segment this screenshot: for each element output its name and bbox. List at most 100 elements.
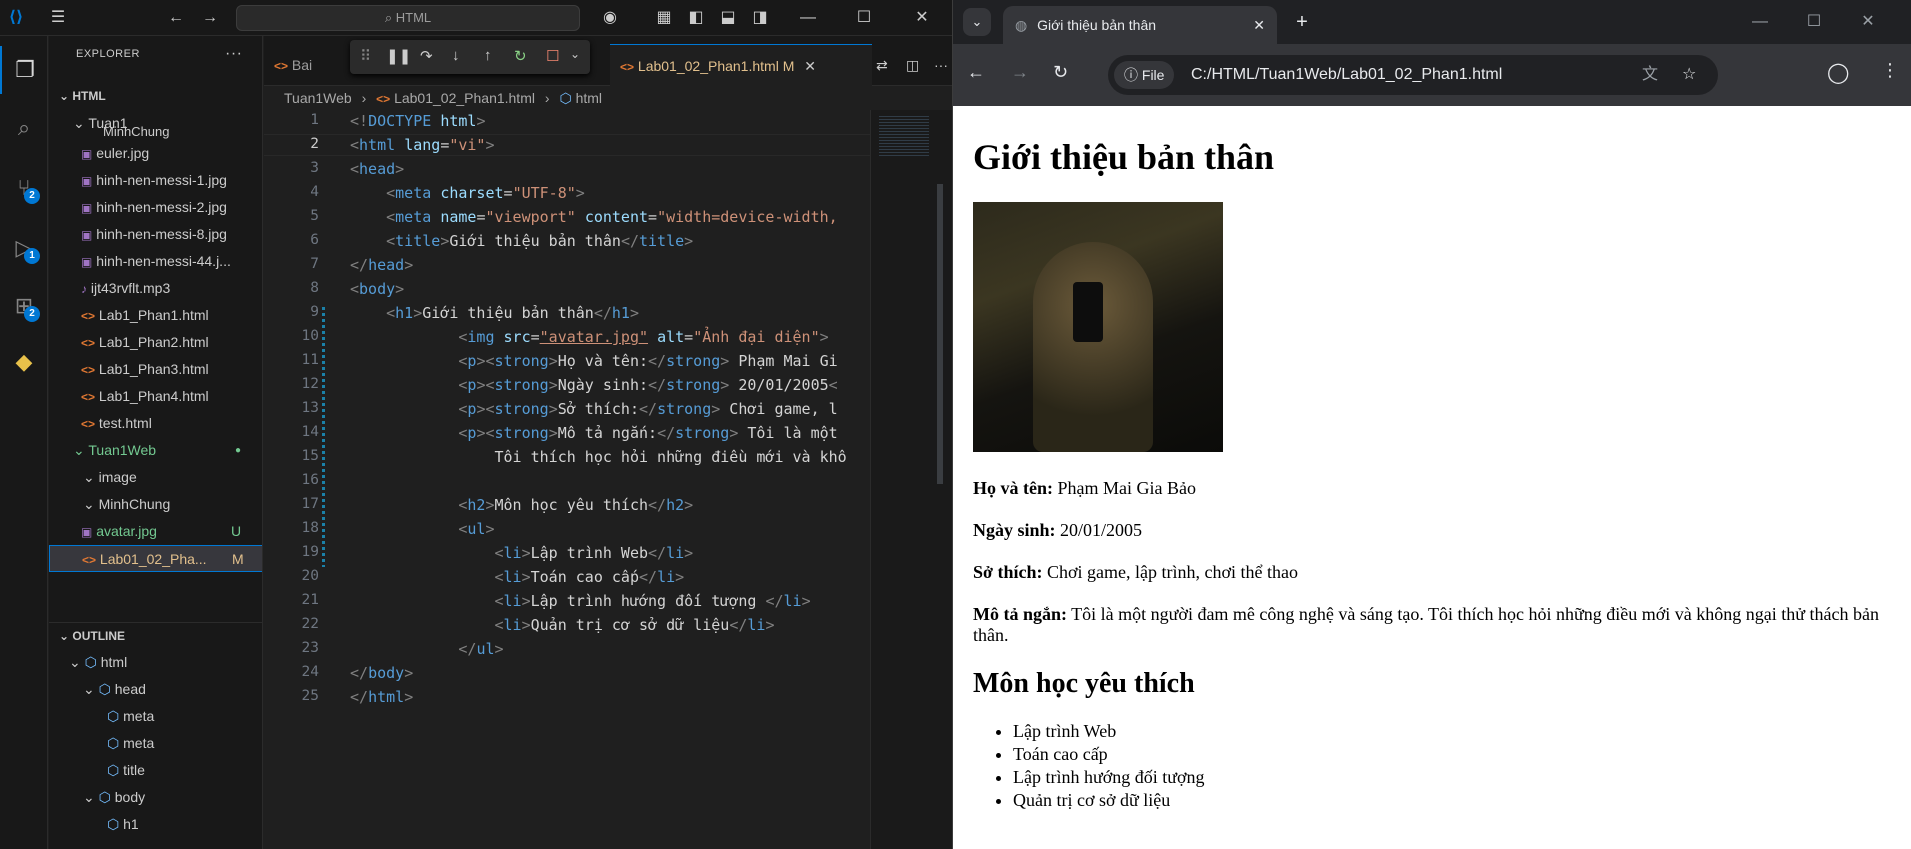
- file-lab1-phan3[interactable]: <> Lab1_Phan3.html: [49, 356, 262, 383]
- drag-handle-icon[interactable]: ⠿: [360, 47, 371, 65]
- toggle-sidebar-icon[interactable]: ◧: [682, 0, 710, 36]
- file-lab01-02-phan1[interactable]: <> Lab01_02_Pha... M: [49, 545, 262, 572]
- code-line: </body>: [350, 664, 414, 682]
- breadcrumb-symbol[interactable]: html: [576, 90, 602, 106]
- outline-head[interactable]: ⌄ ⬡ head: [49, 676, 262, 703]
- file-test[interactable]: <> test.html: [49, 410, 262, 437]
- code-line: <li>Toán cao cấp</li>: [494, 568, 685, 586]
- outline-title-node[interactable]: ⬡ title: [49, 757, 262, 784]
- breadcrumb-folder[interactable]: Tuan1Web: [284, 90, 352, 106]
- outline-meta-2[interactable]: ⬡ meta: [49, 730, 262, 757]
- python-icon[interactable]: ◆: [0, 338, 48, 386]
- more-actions-icon[interactable]: ···: [225, 36, 242, 72]
- file-lab1-phan4[interactable]: <> Lab1_Phan4.html: [49, 383, 262, 410]
- file-lab1-phan1[interactable]: <> Lab1_Phan1.html: [49, 302, 262, 329]
- back-arrow-icon[interactable]: ←: [162, 0, 190, 36]
- file-messi-1[interactable]: ▣ hinh-nen-messi-1.jpg: [49, 167, 262, 194]
- forward-arrow-icon[interactable]: →: [1011, 62, 1029, 83]
- editor-more-icon[interactable]: ···: [934, 44, 948, 86]
- outline-title: OUTLINE: [72, 629, 126, 643]
- toggle-secondary-sidebar-icon[interactable]: ◨: [746, 0, 774, 36]
- root-folder-html[interactable]: ⌄ HTML: [49, 83, 262, 110]
- minimap[interactable]: [870, 110, 952, 849]
- file-euler[interactable]: ▣ euler.jpg: [49, 140, 262, 167]
- folder-image[interactable]: ⌄ image: [49, 464, 262, 491]
- source-control-icon[interactable]: ⑂ 2: [0, 164, 48, 212]
- close-tab-icon[interactable]: ✕: [1253, 6, 1265, 44]
- minimize-icon[interactable]: —: [794, 0, 822, 36]
- vertical-scrollbar[interactable]: [937, 184, 943, 484]
- html-file-icon: <>: [620, 60, 635, 74]
- new-tab-icon[interactable]: +: [1287, 0, 1317, 44]
- cube-icon: ⬡: [84, 654, 97, 670]
- back-arrow-icon[interactable]: ←: [967, 62, 985, 83]
- file-avatar[interactable]: ▣ avatar.jpg U: [49, 518, 262, 545]
- forward-arrow-icon[interactable]: →: [196, 0, 224, 36]
- menu-icon[interactable]: ☰: [44, 0, 72, 36]
- html-file-icon: <>: [81, 417, 96, 431]
- search-icon[interactable]: ⌕: [0, 104, 48, 152]
- chrome-tab-active[interactable]: ◍ Giới thiệu bản thân ✕: [1003, 6, 1277, 44]
- tab-search-chevron-icon[interactable]: ⌄: [963, 8, 991, 36]
- minimize-icon[interactable]: —: [1737, 0, 1783, 44]
- step-into-icon[interactable]: ↓: [452, 47, 460, 64]
- reload-icon[interactable]: ↻: [1053, 62, 1068, 83]
- chevron-down-icon[interactable]: ⌄: [570, 47, 580, 61]
- close-window-icon[interactable]: ✕: [908, 0, 936, 36]
- url-text: C:/HTML/Tuan1Web/Lab01_02_Phan1.html: [1191, 66, 1503, 83]
- site-info-chip[interactable]: ⓘ File: [1114, 61, 1175, 89]
- file-messi-2[interactable]: ▣ hinh-nen-messi-2.jpg: [49, 194, 262, 221]
- translate-icon[interactable]: 文: [1642, 55, 1658, 95]
- step-over-icon[interactable]: ↷: [420, 47, 433, 65]
- git-change-gutter: [322, 307, 325, 567]
- chrome-menu-icon[interactable]: ⋮: [1881, 60, 1899, 81]
- folder-minhchung-partial-label: MinhChung: [103, 126, 170, 139]
- tab-bai[interactable]: <> Bai: [274, 44, 312, 86]
- explorer-title: EXPLORER: [76, 48, 140, 60]
- maximize-icon[interactable]: ☐: [1791, 0, 1837, 44]
- code-line: <h1>Giới thiệu bản thân</h1>: [386, 304, 639, 322]
- profile-icon[interactable]: ◯: [1827, 60, 1849, 85]
- stop-icon[interactable]: ☐: [546, 47, 559, 65]
- folder-minhchung[interactable]: ⌄ MinhChung: [49, 491, 262, 518]
- breadcrumb-file[interactable]: Lab01_02_Phan1.html: [394, 90, 535, 106]
- run-debug-icon[interactable]: ▷ 1: [0, 224, 48, 272]
- explorer-icon[interactable]: ❐: [0, 46, 48, 94]
- file-messi-44[interactable]: ▣ hinh-nen-messi-44.j...: [49, 248, 262, 275]
- audio-file-icon: ♪: [81, 282, 87, 296]
- split-editor-icon[interactable]: ◫: [906, 44, 919, 86]
- close-tab-icon[interactable]: ✕: [804, 58, 816, 74]
- layout-customize-icon[interactable]: ▦: [650, 0, 678, 36]
- description-label: Mô tả ngắn:: [973, 604, 1067, 624]
- toggle-panel-icon[interactable]: ⬓: [714, 0, 742, 36]
- file-lab1-phan2[interactable]: <> Lab1_Phan2.html: [49, 329, 262, 356]
- open-changes-icon[interactable]: ⇄: [876, 44, 888, 86]
- restart-icon[interactable]: ↻: [514, 47, 527, 65]
- folder-tuan1web[interactable]: ⌄ Tuan1Web ●: [49, 437, 262, 464]
- bookmark-star-icon[interactable]: ☆: [1682, 55, 1696, 95]
- outline-h1[interactable]: ⬡ h1: [49, 811, 262, 838]
- web-page-content: Giới thiệu bản thân Họ và tên: Phạm Mai …: [953, 106, 1911, 849]
- file-mp3[interactable]: ♪ ijt43rvflt.mp3: [49, 275, 262, 302]
- line-number: 9: [310, 304, 319, 320]
- tab-lab01-02-phan1[interactable]: <> Lab01_02_Phan1.html M ✕: [610, 44, 872, 86]
- code-editor[interactable]: 1 2 3 4 5 6 7 8 9 10 11 12 13 14 15 16 1…: [264, 110, 952, 849]
- outline-meta-1[interactable]: ⬡ meta: [49, 703, 262, 730]
- command-center-search[interactable]: ⌕ HTML: [236, 5, 580, 31]
- outline-html[interactable]: ⌄ ⬡ html: [49, 649, 262, 676]
- code-line: </head>: [350, 256, 414, 274]
- close-window-icon[interactable]: ✕: [1845, 0, 1891, 44]
- outline-body[interactable]: ⌄ ⬡ body: [49, 784, 262, 811]
- maximize-icon[interactable]: ☐: [850, 0, 878, 36]
- step-out-icon[interactable]: ↑: [484, 47, 492, 64]
- address-bar[interactable]: ⓘ File C:/HTML/Tuan1Web/Lab01_02_Phan1.h…: [1108, 55, 1718, 95]
- copilot-icon[interactable]: ◉: [596, 0, 624, 36]
- list-item: Lập trình hướng đối tượng: [1013, 766, 1902, 789]
- file-messi-8[interactable]: ▣ hinh-nen-messi-8.jpg: [49, 221, 262, 248]
- code-line: <!DOCTYPE html>: [350, 112, 486, 130]
- list-item: Quản trị cơ sở dữ liệu: [1013, 789, 1902, 812]
- pause-icon[interactable]: ❚❚: [386, 47, 411, 65]
- file-label: Lab1_Phan1.html: [98, 307, 209, 323]
- extensions-icon[interactable]: ⊞ 2: [0, 282, 48, 330]
- outline-header[interactable]: ⌄ OUTLINE: [49, 622, 262, 649]
